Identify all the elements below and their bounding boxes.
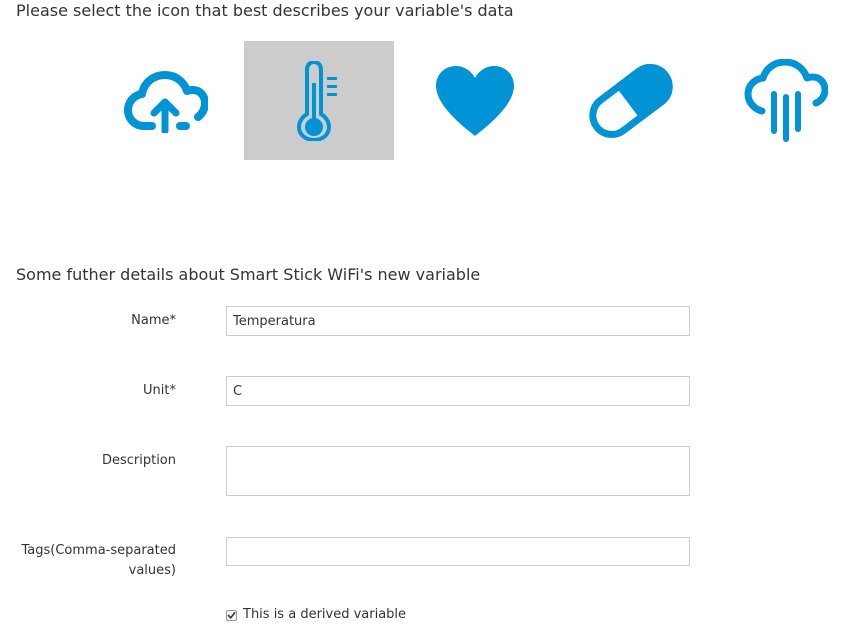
unit-label: Unit* <box>143 383 176 398</box>
tags-input[interactable] <box>226 537 690 566</box>
icon-options <box>0 0 846 170</box>
description-textarea[interactable] <box>226 446 690 496</box>
heart-icon <box>436 65 514 136</box>
name-label: Name* <box>131 313 176 328</box>
name-input[interactable] <box>226 306 690 336</box>
icon-option-cloud-rain[interactable] <box>711 41 846 160</box>
description-label: Description <box>101 453 176 468</box>
tags-label: Tags(Comma-separated values) <box>16 541 176 581</box>
tags-label-line2: values) <box>128 563 176 578</box>
icon-option-pill[interactable] <box>556 41 706 160</box>
cloud-upload-icon <box>124 70 208 133</box>
unit-input[interactable] <box>226 376 690 406</box>
variable-form-page: Please select the icon that best describ… <box>0 0 846 635</box>
tags-label-line1: Tags(Comma-separated <box>21 543 176 558</box>
icon-option-cloud-upload[interactable] <box>91 41 241 160</box>
derived-variable-checkbox[interactable] <box>226 610 237 621</box>
icon-option-thermometer[interactable] <box>244 41 394 160</box>
thermometer-icon <box>296 60 337 141</box>
derived-variable-option[interactable]: This is a derived variable <box>226 607 406 622</box>
details-heading: Some futher details about Smart Stick Wi… <box>16 265 481 284</box>
checkmark-icon <box>227 612 236 619</box>
cloud-rain-icon <box>744 58 828 142</box>
pill-icon <box>589 63 673 138</box>
derived-variable-label: This is a derived variable <box>243 607 407 622</box>
icon-option-heart[interactable] <box>400 41 550 160</box>
